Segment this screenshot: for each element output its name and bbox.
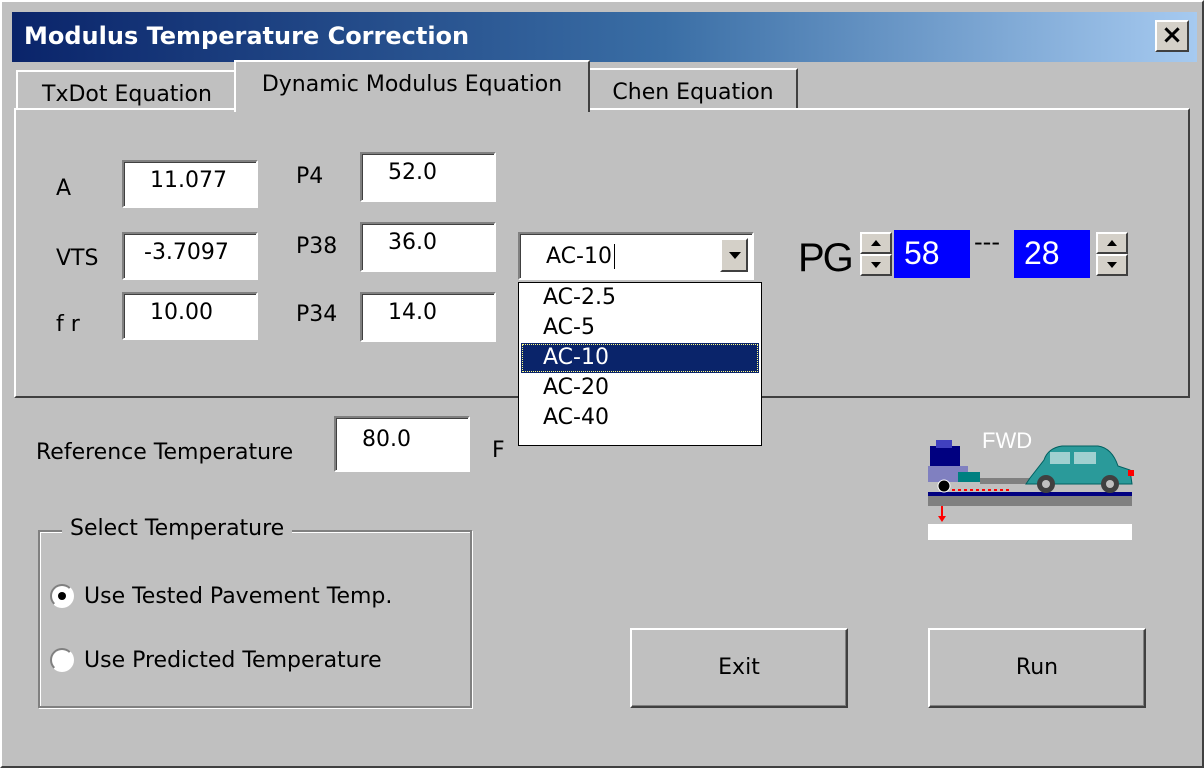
pg-label: PG xyxy=(798,236,854,280)
arrow-down-icon xyxy=(1107,262,1117,268)
window-title: Modulus Temperature Correction xyxy=(24,22,470,50)
fr-input[interactable]: 10.00 xyxy=(122,292,258,340)
pg-high-spinner[interactable] xyxy=(860,232,892,276)
a-label: A xyxy=(56,176,72,201)
pg-low-value[interactable]: 28 xyxy=(1014,230,1090,278)
select-temperature-title: Select Temperature xyxy=(62,516,293,541)
pg-high-down-button[interactable] xyxy=(860,254,892,276)
p34-input[interactable]: 14.0 xyxy=(360,292,496,342)
vts-input[interactable]: -3.7097 xyxy=(122,232,258,280)
chevron-down-icon xyxy=(729,252,741,259)
reference-temperature-label: Reference Temperature xyxy=(36,440,294,465)
pg-high-value[interactable]: 58 xyxy=(894,230,970,278)
pg-high-up-button[interactable] xyxy=(860,232,892,254)
fr-label: f r xyxy=(56,312,80,337)
dropdown-option-ac-5[interactable]: AC-5 xyxy=(519,313,761,343)
binder-grade-dropdown-list: AC-2.5 AC-5 AC-10 AC-20 AC-40 xyxy=(518,282,762,446)
p4-input[interactable]: 52.0 xyxy=(360,152,496,202)
pg-low-down-button[interactable] xyxy=(1096,254,1128,276)
dropdown-button[interactable] xyxy=(720,238,748,272)
pg-separator: --- xyxy=(974,228,1000,256)
radio-predicted-temperature-label[interactable]: Use Predicted Temperature xyxy=(84,648,382,673)
vts-label: VTS xyxy=(56,246,99,271)
tab-dynamic-modulus-equation[interactable]: Dynamic Modulus Equation xyxy=(234,60,590,112)
fwd-truck-image: FWD xyxy=(928,428,1134,540)
p34-label: P34 xyxy=(296,302,338,327)
tab-chen-equation[interactable]: Chen Equation xyxy=(588,68,798,110)
p4-label: P4 xyxy=(296,164,324,189)
arrow-down-icon xyxy=(871,262,881,268)
app-window: Modulus Temperature Correction × TxDot E… xyxy=(0,0,1204,768)
arrow-up-icon xyxy=(1107,240,1117,246)
dropdown-option-ac-10[interactable]: AC-10 xyxy=(521,343,759,373)
run-button[interactable]: Run xyxy=(928,628,1146,708)
dropdown-option-ac-40[interactable]: AC-40 xyxy=(519,403,761,433)
pg-low-spinner[interactable] xyxy=(1096,232,1128,276)
tab-txdot-equation[interactable]: TxDot Equation xyxy=(16,70,238,110)
select-temperature-group xyxy=(38,530,472,708)
dropdown-option-ac-20[interactable]: AC-20 xyxy=(519,373,761,403)
radio-tested-pavement-temp[interactable] xyxy=(50,584,74,608)
pg-low-up-button[interactable] xyxy=(1096,232,1128,254)
fwd-label: FWD xyxy=(982,428,1032,453)
exit-button[interactable]: Exit xyxy=(630,628,848,708)
radio-predicted-temperature[interactable] xyxy=(50,648,74,672)
arrow-up-icon xyxy=(871,240,881,246)
reference-temperature-unit: F xyxy=(492,438,505,463)
p38-input[interactable]: 36.0 xyxy=(360,222,496,272)
radio-tested-pavement-temp-label[interactable]: Use Tested Pavement Temp. xyxy=(84,584,392,609)
a-input[interactable]: 11.077 xyxy=(122,160,258,208)
radio-selected-dot xyxy=(58,592,66,600)
title-bar[interactable]: Modulus Temperature Correction × xyxy=(12,12,1197,62)
reference-temperature-input[interactable]: 80.0 xyxy=(334,416,470,472)
close-button[interactable]: × xyxy=(1155,20,1189,52)
binder-grade-select[interactable]: AC-10 xyxy=(518,232,754,280)
binder-grade-value: AC-10 xyxy=(546,244,615,269)
dropdown-option-ac-2-5[interactable]: AC-2.5 xyxy=(519,283,761,313)
p38-label: P38 xyxy=(296,234,338,259)
